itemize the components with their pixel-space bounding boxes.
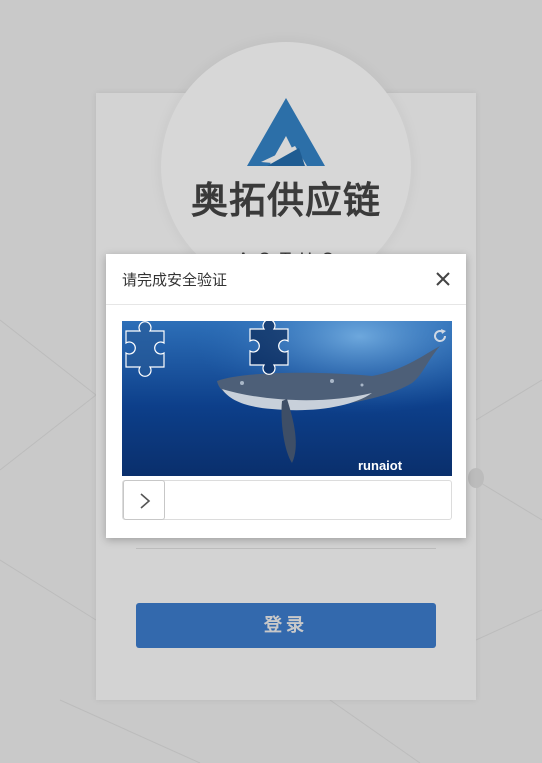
captcha-title: 请完成安全验证 bbox=[122, 271, 228, 289]
chevron-right-icon bbox=[140, 493, 151, 509]
captcha-dialog: 请完成安全验证 runaiot bbox=[106, 254, 466, 538]
aotuo-logo-icon bbox=[247, 98, 325, 166]
close-icon[interactable] bbox=[434, 270, 452, 288]
slider-handle[interactable] bbox=[123, 480, 165, 520]
form-divider bbox=[136, 548, 436, 549]
refresh-icon[interactable] bbox=[431, 327, 449, 345]
whale-photo bbox=[122, 321, 452, 476]
image-watermark: runaiot bbox=[358, 458, 403, 473]
captcha-header: 请完成安全验证 bbox=[106, 254, 466, 305]
brand-name-cn: 奥拓供应链 bbox=[191, 179, 381, 222]
background-node-dot bbox=[468, 468, 484, 488]
captcha-image: runaiot bbox=[122, 321, 452, 476]
login-button[interactable]: 登录 bbox=[136, 603, 436, 648]
slider-track[interactable] bbox=[122, 480, 452, 520]
